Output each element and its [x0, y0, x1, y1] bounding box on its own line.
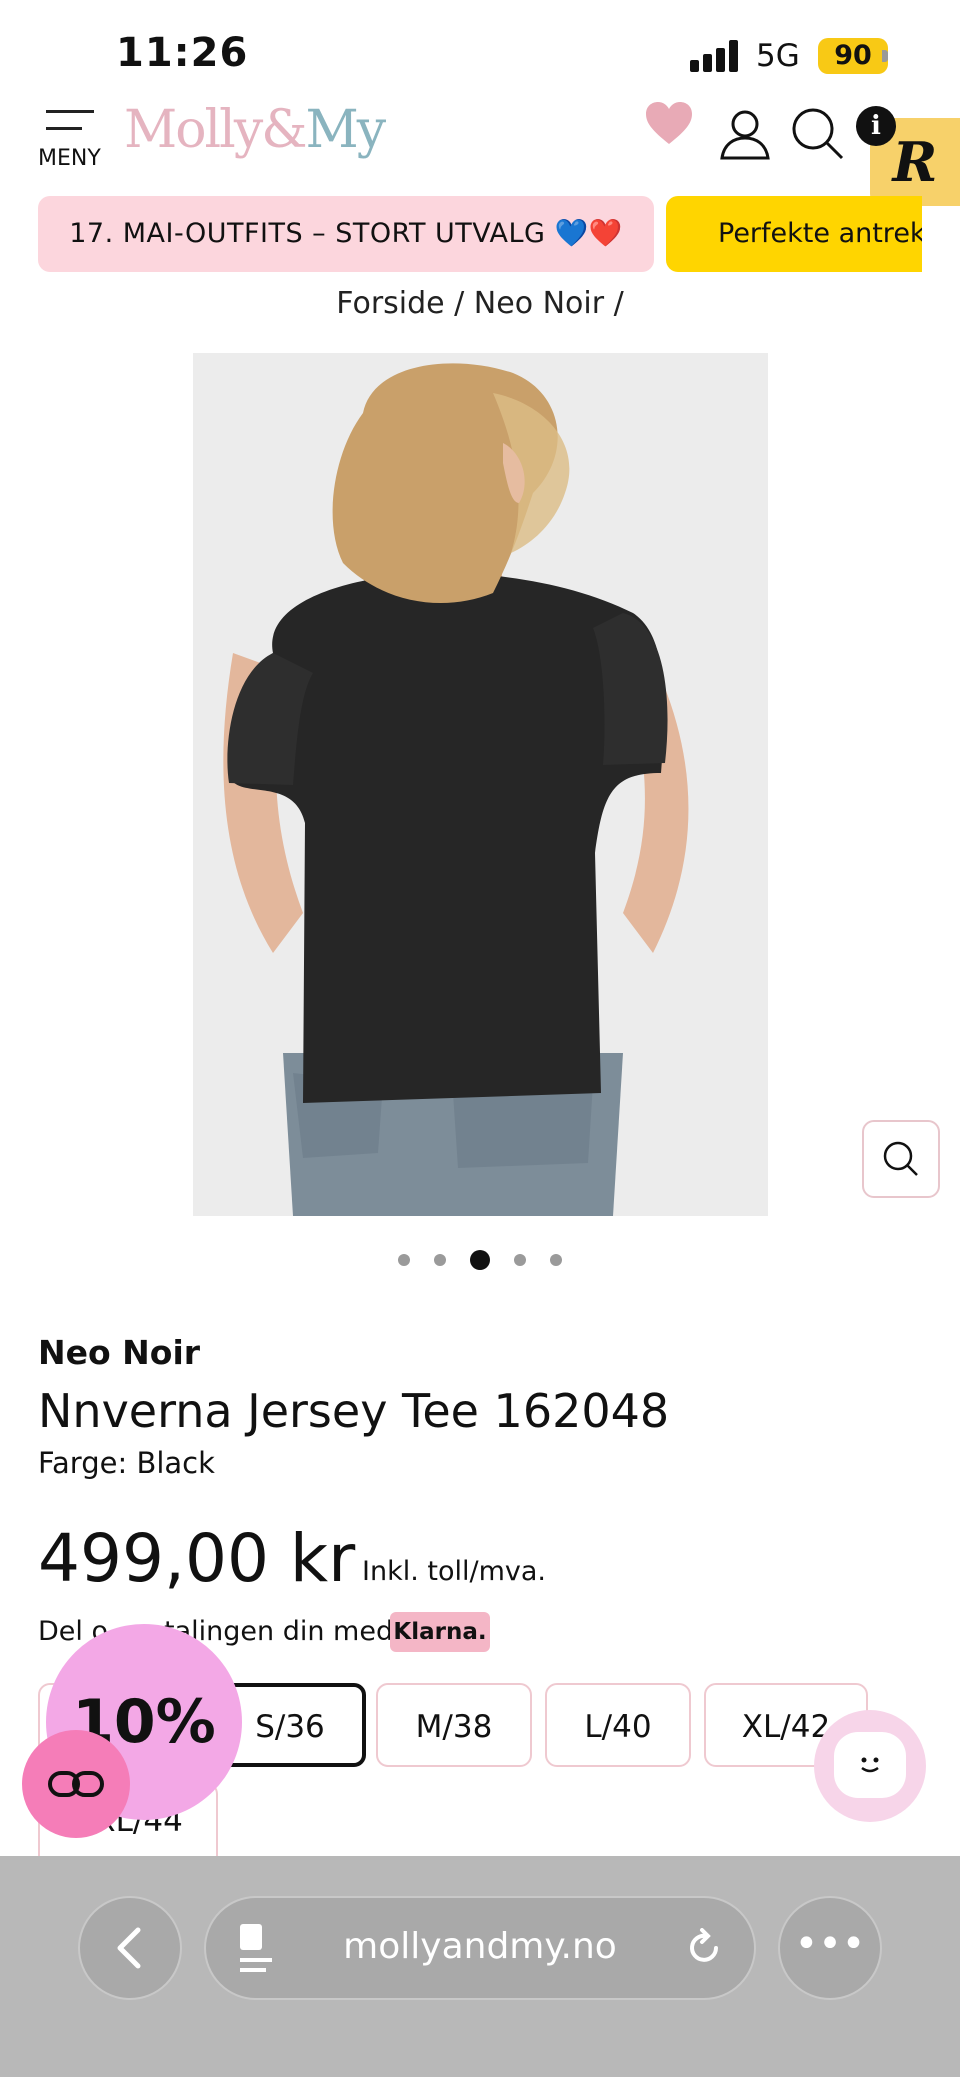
product-title: Nnverna Jersey Tee 162048: [38, 1384, 670, 1438]
logo-ampersand: &: [261, 100, 307, 160]
menu-label[interactable]: MENY: [38, 146, 101, 171]
product-image[interactable]: [193, 353, 768, 1216]
gallery-dot[interactable]: [550, 1254, 562, 1266]
product-brand[interactable]: Neo Noir: [38, 1333, 200, 1372]
size-option-l40[interactable]: L/40: [545, 1683, 691, 1767]
address-bar-url[interactable]: mollyandmy.no: [204, 1926, 756, 1967]
gallery-dot[interactable]: [514, 1254, 526, 1266]
status-time: 11:26: [116, 30, 249, 76]
reload-icon[interactable]: [684, 1928, 724, 1968]
cell-signal-icon: [690, 40, 742, 72]
link-icon[interactable]: [22, 1730, 130, 1838]
chevron-left-icon: [117, 1927, 141, 1969]
vat-note: Inkl. toll/mva.: [362, 1556, 546, 1587]
logo-text-my: My: [305, 100, 387, 160]
product-color: Farge: Black: [38, 1446, 215, 1480]
product-price: 499,00 kr: [38, 1520, 356, 1597]
product-photo: [193, 353, 768, 1216]
breadcrumb[interactable]: Forside / Neo Noir /: [0, 286, 960, 321]
browser-back-button[interactable]: [78, 1896, 182, 2000]
promo-banner-may17[interactable]: 17. MAI-OUTFITS – STORT UTVALG 💙❤️: [38, 196, 654, 272]
chat-bubble-icon[interactable]: [834, 1732, 906, 1798]
gallery-dot[interactable]: [398, 1254, 410, 1266]
gallery-dot[interactable]: [470, 1250, 490, 1270]
zoom-button[interactable]: [862, 1120, 940, 1198]
network-type: 5G: [756, 38, 800, 74]
user-icon[interactable]: [718, 108, 772, 160]
klarna-badge[interactable]: Klarna.: [390, 1612, 490, 1652]
heart-icon[interactable]: [644, 100, 694, 146]
battery-cap: [882, 50, 888, 62]
battery-icon: 90: [818, 38, 888, 74]
logo-text-molly: Molly: [124, 100, 263, 160]
hamburger-icon[interactable]: [46, 110, 94, 144]
browser-more-button[interactable]: •••: [778, 1896, 882, 2000]
site-logo[interactable]: Molly&My: [124, 100, 387, 160]
promo-banner-perfect-outfits[interactable]: Perfekte antrekk: [666, 196, 922, 272]
size-option-m38[interactable]: M/38: [376, 1683, 532, 1767]
gallery-pagination[interactable]: [0, 1250, 960, 1270]
gallery-dot[interactable]: [434, 1254, 446, 1266]
search-icon[interactable]: [790, 106, 844, 160]
info-icon[interactable]: i: [856, 106, 896, 146]
